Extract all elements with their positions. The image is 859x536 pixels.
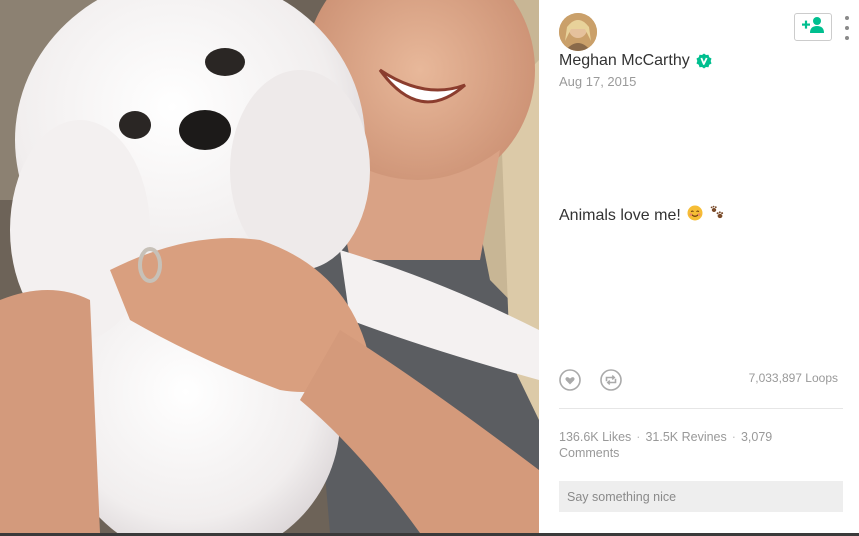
post-date: Aug 17, 2015 — [559, 74, 637, 89]
post-details-panel: Meghan McCarthy Aug 17, 2015 Animals lov… — [539, 0, 859, 533]
loop-count: 7,033,897 Loops — [748, 371, 838, 385]
separator-dot: · — [731, 430, 736, 444]
like-button[interactable] — [559, 369, 581, 391]
divider — [559, 408, 843, 409]
follow-button[interactable] — [794, 13, 832, 41]
video-frame — [0, 0, 539, 533]
add-person-icon — [800, 16, 826, 39]
smiling-face-emoji — [687, 205, 703, 226]
avatar[interactable] — [559, 13, 597, 51]
engagement-stats: 136.6K Likes · 31.5K Revines · 3,079 Comment… — [559, 429, 799, 461]
caption-text: Animals love me! — [559, 206, 681, 224]
revines-count[interactable]: 31.5K Revines — [645, 430, 726, 444]
likes-count[interactable]: 136.6K Likes — [559, 430, 631, 444]
verified-badge-icon — [696, 53, 712, 69]
author-name[interactable]: Meghan McCarthy — [559, 52, 690, 70]
author-row: Meghan McCarthy — [559, 52, 712, 70]
paw-prints-emoji — [709, 205, 725, 226]
comment-input[interactable] — [559, 481, 843, 512]
post-caption: Animals love me! — [559, 205, 725, 226]
revine-icon — [600, 369, 622, 391]
separator-dot: · — [636, 430, 641, 444]
video-player[interactable] — [0, 0, 539, 533]
heart-icon — [559, 369, 581, 391]
revine-button[interactable] — [600, 369, 622, 391]
more-vertical-icon — [845, 16, 849, 20]
more-options-button[interactable] — [841, 16, 853, 40]
